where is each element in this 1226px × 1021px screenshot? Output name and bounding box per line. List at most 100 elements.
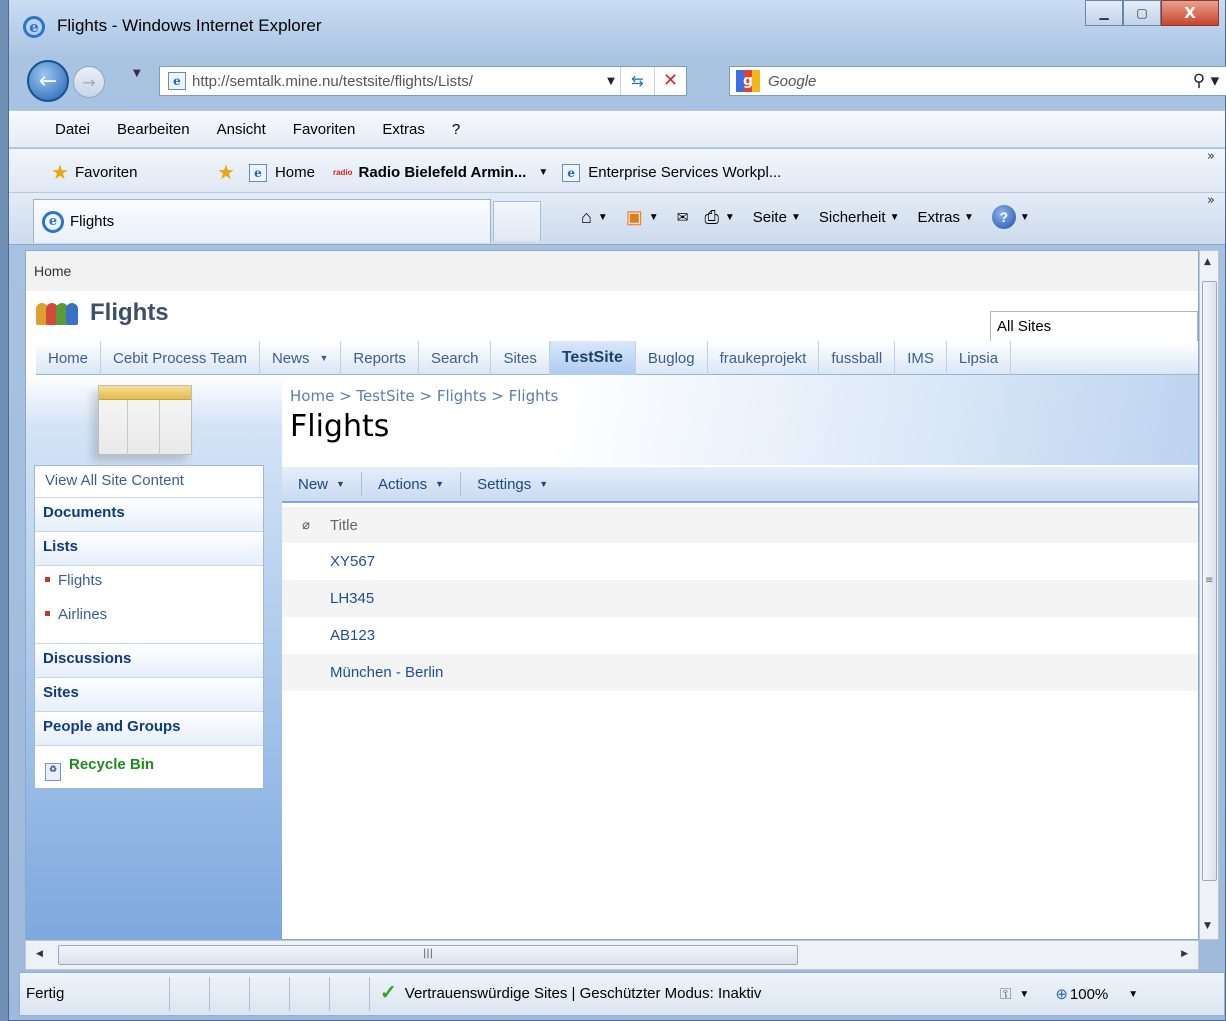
extras-dropdown-icon[interactable]: ▼ <box>964 212 974 223</box>
quick-lists[interactable]: Lists <box>35 532 263 566</box>
browser-tab[interactable]: e Flights <box>33 199 491 243</box>
chevron-right-icon[interactable]: » <box>1207 149 1215 164</box>
fav-enterprise-services[interactable]: Enterprise Services Workpl... <box>588 164 781 181</box>
scroll-right-icon[interactable]: ▶ <box>1181 949 1188 959</box>
security-menu[interactable]: Sicherheit <box>819 209 886 226</box>
rss-feed-icon[interactable]: ▣ <box>626 207 643 228</box>
attachment-icon[interactable]: ⌀ <box>282 517 330 533</box>
scroll-left-icon[interactable]: ◀ <box>36 949 43 959</box>
zoom-level[interactable]: 100% <box>1070 986 1108 1003</box>
quick-discussions[interactable]: Discussions <box>35 644 263 678</box>
search-box[interactable]: g Google ⚲ ▾ <box>729 66 1226 96</box>
fav-radio-bielefeld[interactable]: Radio Bielefeld Armin... <box>359 164 527 181</box>
tab-sites[interactable]: Sites <box>491 341 550 375</box>
page-dropdown-icon[interactable]: ▼ <box>791 212 801 223</box>
fav-dropdown-icon[interactable]: ▼ <box>538 167 548 178</box>
view-all-site-content-link[interactable]: View All Site Content <box>35 466 263 498</box>
quick-people-and-groups[interactable]: People and Groups <box>35 712 263 746</box>
print-icon[interactable]: ⎙ <box>704 207 718 228</box>
menu-ansicht[interactable]: Ansicht <box>217 121 266 138</box>
recycle-bin-link[interactable]: ♻ Recycle Bin <box>35 746 263 788</box>
scroll-down-icon[interactable]: ▼ <box>1204 921 1211 931</box>
chevron-down-icon: ▼ <box>319 353 329 363</box>
minimize-button[interactable]: ▁ <box>1085 0 1123 26</box>
tab-reports[interactable]: Reports <box>341 341 419 375</box>
zone-dropdown-icon[interactable]: ▼ <box>1019 989 1029 1000</box>
refresh-icon[interactable]: ⇆ <box>620 67 654 95</box>
horizontal-scroll-thumb[interactable]: ||| <box>58 945 798 965</box>
column-title[interactable]: Title <box>330 517 358 534</box>
quick-list-flights[interactable]: Flights <box>35 566 263 600</box>
table-row[interactable]: XY567 <box>282 543 1198 580</box>
new-menu[interactable]: New ▼ <box>282 472 362 496</box>
actions-menu[interactable]: Actions ▼ <box>362 472 462 496</box>
home-dropdown-icon[interactable]: ▼ <box>598 212 608 223</box>
history-dropdown-icon[interactable]: ▼ <box>133 68 141 79</box>
search-scope-select[interactable]: All Sites <box>990 311 1198 343</box>
extras-menu[interactable]: Extras <box>917 209 960 226</box>
page-body: View All Site Content Documents Lists Fl… <box>26 375 1198 939</box>
settings-label: Settings <box>477 475 532 493</box>
help-icon[interactable]: ? <box>991 205 1016 229</box>
horizontal-scrollbar[interactable]: ◀ ||| ▶ <box>25 940 1199 970</box>
zoom-dropdown-icon[interactable]: ▼ <box>1128 989 1138 1000</box>
quick-documents[interactable]: Documents <box>35 498 263 532</box>
menu-bearbeiten[interactable]: Bearbeiten <box>117 121 190 138</box>
tab-lipsia[interactable]: Lipsia <box>947 341 1012 375</box>
settings-menu[interactable]: Settings ▼ <box>461 472 564 496</box>
scroll-up-icon[interactable]: ▲ <box>1204 257 1211 267</box>
feed-dropdown-icon[interactable]: ▼ <box>649 212 659 223</box>
quick-sites[interactable]: Sites <box>35 678 263 712</box>
menu-help[interactable]: ? <box>452 121 460 138</box>
tab-cebit-process-team[interactable]: Cebit Process Team <box>101 341 260 375</box>
fav-home[interactable]: Home <box>275 164 315 181</box>
title-bar: e Flights - Windows Internet Explorer ▁ … <box>9 0 1225 52</box>
zoom-icon[interactable]: ⊕ <box>1055 985 1068 1003</box>
menu-datei[interactable]: Datei <box>55 121 90 138</box>
security-zone[interactable]: ✓ Vertrauenswürdige Sites | Geschützter … <box>380 983 761 1003</box>
site-title[interactable]: Flights <box>90 299 169 327</box>
chevron-down-icon: ▼ <box>435 479 445 489</box>
global-breadcrumb[interactable]: Home <box>26 251 1198 291</box>
breadcrumb[interactable]: Home > TestSite > Flights > Flights <box>290 387 558 405</box>
security-dropdown-icon[interactable]: ▼ <box>890 212 900 223</box>
menu-extras[interactable]: Extras <box>382 121 425 138</box>
vertical-scrollbar[interactable]: ▲ ≡ ▼ <box>1199 250 1219 940</box>
table-row[interactable]: AB123 <box>282 617 1198 654</box>
tab-fussball[interactable]: fussball <box>819 341 896 375</box>
column-header-row: ⌀ Title <box>282 507 1198 543</box>
add-favorite-icon[interactable]: ★ <box>217 160 235 185</box>
forward-button[interactable]: → <box>73 66 105 98</box>
search-input[interactable]: Google <box>768 73 1186 90</box>
search-icon[interactable]: ⚲ ▾ <box>1186 71 1226 91</box>
home-icon[interactable]: ⌂ <box>581 207 592 228</box>
tab-buglog[interactable]: Buglog <box>636 341 708 375</box>
address-dropdown-icon[interactable]: ▼ <box>602 76 620 87</box>
new-tab-button[interactable] <box>493 201 541 241</box>
stop-icon[interactable]: ✕ <box>654 67 686 95</box>
maximize-button[interactable]: ▢ <box>1123 0 1161 26</box>
tab-ims[interactable]: IMS <box>895 341 947 375</box>
help-dropdown-icon[interactable]: ▼ <box>1020 212 1030 223</box>
chevron-right-icon[interactable]: » <box>1207 193 1215 208</box>
tab-fraukeprojekt[interactable]: fraukeprojekt <box>708 341 820 375</box>
address-bar[interactable]: e http://semtalk.mine.nu/testsite/flight… <box>159 66 687 96</box>
quick-list-airlines-label: Airlines <box>58 606 108 623</box>
table-row[interactable]: LH345 <box>282 580 1198 617</box>
menu-favoriten[interactable]: Favoriten <box>293 121 356 138</box>
table-row[interactable]: München - Berlin <box>282 654 1198 691</box>
favorites-bar: ★ Favoriten ★ e Home radio Radio Bielefe… <box>9 149 1225 193</box>
favorites-button[interactable]: ★ Favoriten <box>51 160 137 185</box>
address-input[interactable]: http://semtalk.mine.nu/testsite/flights/… <box>192 73 602 90</box>
page-menu[interactable]: Seite <box>753 209 787 226</box>
close-button[interactable]: X <box>1161 0 1219 26</box>
tab-search[interactable]: Search <box>419 341 492 375</box>
tab-testsite[interactable]: TestSite <box>549 341 636 375</box>
print-dropdown-icon[interactable]: ▼ <box>725 212 735 223</box>
tab-home[interactable]: Home <box>36 341 102 375</box>
back-button[interactable]: ← <box>27 60 69 102</box>
quick-list-airlines[interactable]: Airlines <box>35 600 263 644</box>
mail-icon[interactable]: ✉ <box>677 209 689 226</box>
lock-icon[interactable]: ⚿ <box>1000 986 1011 1003</box>
tab-news[interactable]: News ▼ <box>260 341 342 375</box>
